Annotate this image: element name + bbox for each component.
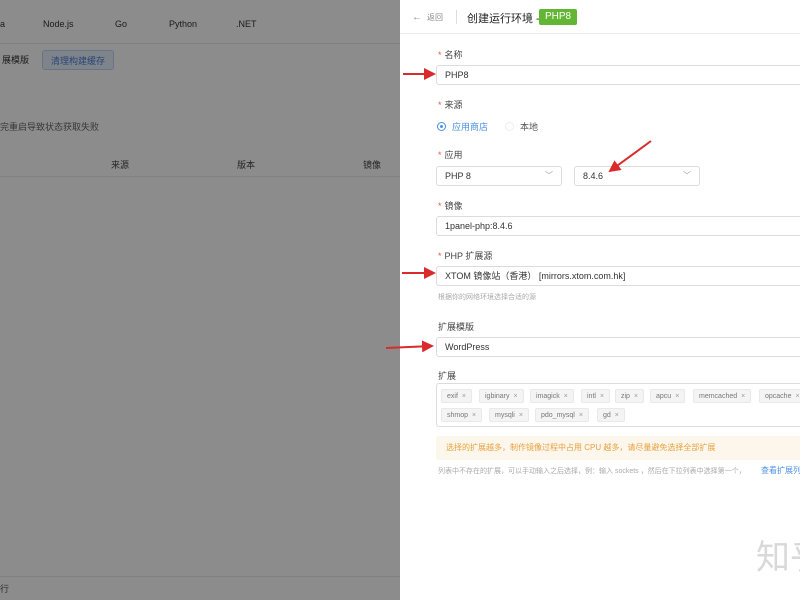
version-select-value: 8.4.6	[583, 171, 604, 181]
radio-app-store-label: 应用商店	[452, 122, 489, 132]
radio-local-label: 本地	[520, 122, 539, 132]
close-icon[interactable]: ×	[462, 393, 466, 400]
close-icon[interactable]: ×	[615, 412, 619, 419]
back-label: 返回	[427, 12, 443, 22]
ext-source-select[interactable]: XTOM 镜像站（香港） [mirrors.xtom.com.hk]	[436, 266, 800, 286]
close-icon[interactable]: ×	[519, 412, 523, 419]
radio-local[interactable]: 本地	[505, 120, 538, 133]
extensions-multiselect[interactable]: exif × igbinary × imagick × intl × zip × apcu…	[436, 383, 800, 427]
name-input[interactable]: PHP8	[436, 65, 800, 85]
view-extension-list-link[interactable]: 查看扩展列	[761, 465, 800, 476]
close-icon[interactable]: ×	[741, 393, 745, 400]
chevron-down-icon: ﹀	[683, 171, 691, 180]
image-input[interactable]: 1panel-php:8.4.6	[436, 216, 800, 236]
app-select[interactable]: PHP 8 ﹀	[436, 166, 562, 186]
app-select-value: PHP 8	[445, 171, 471, 181]
extensions-label: 扩展	[438, 371, 457, 381]
extension-tag: opcache ×	[759, 389, 800, 403]
runtime-badge: PHP8	[539, 9, 578, 25]
name-label: * 名称	[438, 50, 463, 60]
ext-source-hint: 根据你的网络环境选择合适的源	[438, 294, 536, 301]
drawer-header: ← 返回 创建运行环境 - PHP8	[400, 0, 800, 34]
close-icon[interactable]: ×	[472, 412, 476, 419]
extension-tag: zip ×	[615, 389, 645, 403]
app-label: * 应用	[438, 150, 463, 160]
close-icon[interactable]: ×	[600, 393, 604, 400]
extension-tag: shmop ×	[441, 408, 483, 422]
close-icon[interactable]: ×	[634, 393, 638, 400]
version-select[interactable]: 8.4.6 ﹀	[574, 166, 700, 186]
close-icon[interactable]: ×	[564, 393, 568, 400]
drawer-title: 创建运行环境 -	[467, 13, 540, 25]
close-icon[interactable]: ×	[514, 393, 518, 400]
extension-tag: imagick ×	[530, 389, 574, 403]
header-divider	[456, 10, 457, 24]
close-icon[interactable]: ×	[675, 393, 679, 400]
close-icon[interactable]: ×	[579, 412, 583, 419]
ext-template-select[interactable]: WordPress	[436, 337, 800, 357]
radio-app-store[interactable]: 应用商店	[437, 120, 488, 133]
zhihu-watermark: 知乎	[756, 538, 800, 578]
radio-dot-icon	[437, 122, 446, 131]
extension-tag: igbinary ×	[479, 389, 524, 403]
extension-tag: intl ×	[581, 389, 611, 403]
chevron-down-icon: ﹀	[545, 171, 553, 180]
extension-tip: 列表中不存在的扩展，可以手动输入之后选择，例：输入 sockets ，然后在下拉…	[438, 468, 746, 475]
source-label: * 来源	[438, 100, 463, 110]
extension-tag: memcached ×	[693, 389, 752, 403]
ext-source-label: * PHP 扩展源	[438, 251, 493, 261]
extension-tag: pdo_mysql ×	[535, 408, 589, 422]
warning-alert: 选择的扩展越多，制作镜像过程中占用 CPU 越多，请尽量避免选择全部扩展	[436, 436, 800, 460]
ext-template-label: 扩展模版	[438, 322, 475, 332]
close-icon[interactable]: ×	[795, 393, 799, 400]
extension-tag: mysqli ×	[489, 408, 529, 422]
extension-tag: gd ×	[597, 408, 625, 422]
extension-tag: apcu ×	[650, 389, 686, 403]
extension-tag: exif ×	[441, 389, 472, 403]
arrow-left-icon: ←	[412, 11, 422, 23]
image-label: * 镜像	[438, 201, 463, 211]
radio-dot-icon	[505, 122, 514, 131]
back-button[interactable]: ← 返回	[412, 10, 443, 24]
create-runtime-drawer: ← 返回 创建运行环境 - PHP8 * 名称 PHP8 * 来源 应用商店 本地 …	[400, 0, 800, 600]
